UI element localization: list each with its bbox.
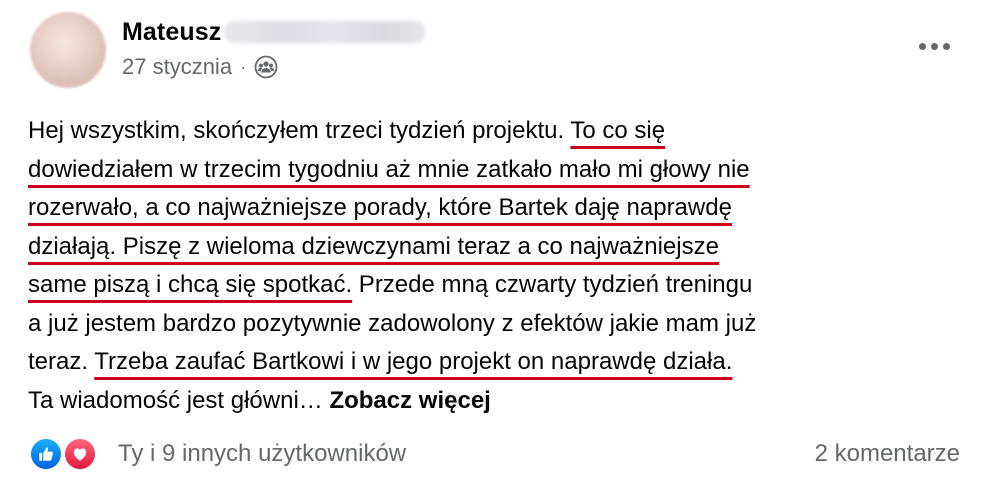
friends-icon[interactable] — [254, 55, 278, 79]
more-dot — [930, 42, 938, 50]
avatar[interactable] — [30, 12, 106, 88]
highlighted-text: rozerwało, a co najważniejsze porady, kt… — [28, 194, 732, 221]
more-options-icon[interactable] — [914, 36, 954, 56]
post-text-segment: a już jestem bardzo pozytywnie zadowolon… — [28, 309, 757, 337]
comments-count[interactable]: 2 komentarze — [815, 440, 960, 468]
meta-separator: · — [240, 56, 247, 77]
reactions-text: Ty i 9 innych użytkowników — [118, 440, 407, 467]
highlighted-text: dowiedziałem w trzecim tygodniu aż mnie … — [28, 155, 750, 183]
post-text: Hej wszystkim, skończyłem trzeci tydzień… — [28, 112, 968, 420]
love-icon — [62, 436, 98, 472]
post-text-segment: Ta wiadomość jest główni… — [28, 386, 330, 414]
post-text-line: Hej wszystkim, skończyłem trzeci tydzień… — [28, 112, 968, 151]
post-text-line: teraz. Trzeba zaufać Bartkowi i w jego p… — [28, 343, 968, 382]
reaction-icons — [28, 436, 102, 472]
post-text-line: dowiedziałem w trzecim tygodniu aż mnie … — [28, 151, 968, 190]
post-text-line: a już jestem bardzo pozytywnie zadowolon… — [28, 305, 968, 344]
reactions-summary[interactable]: Ty i 9 innych użytkowników — [28, 436, 406, 472]
post-header: Mateusz 27 stycznia · — [122, 14, 426, 80]
post-text-line: działają. Piszę z wieloma dziewczynami t… — [28, 228, 968, 267]
highlighted-text: Trzeba zaufać Bartkowi i w jego projekt … — [94, 348, 733, 375]
like-icon — [28, 436, 64, 472]
post-text-line: same piszą i chcą się spotkać. Przede mn… — [28, 266, 968, 305]
author-surname-redacted — [225, 21, 426, 43]
post-text-segment: teraz. — [28, 348, 95, 375]
highlighted-text: To co się — [570, 117, 666, 144]
facebook-post: Mateusz 27 stycznia · Hej wszystkim, sko… — [0, 0, 982, 486]
more-dot — [918, 42, 926, 50]
post-text-line: Ta wiadomość jest główni… Zobacz więcej — [28, 382, 968, 421]
highlighted-text: same piszą i chcą się spotkać. — [28, 271, 353, 298]
highlighted-text: działają. Piszę z wieloma dziewczynami t… — [28, 232, 719, 260]
post-text-line: rozerwało, a co najważniejsze porady, kt… — [28, 189, 968, 228]
post-date[interactable]: 27 stycznia — [122, 54, 232, 80]
post-text-segment: Hej wszystkim, skończyłem trzeci tydzień… — [28, 117, 571, 144]
post-text-segment: Przede mną czwarty tydzień treningu — [352, 271, 753, 298]
author-name[interactable]: Mateusz — [122, 18, 221, 47]
post-meta: 27 stycznia · — [122, 54, 425, 80]
see-more-link[interactable]: Zobacz więcej — [329, 387, 490, 414]
post-footer: Ty i 9 innych użytkowników 2 komentarze — [28, 436, 960, 472]
more-dot — [942, 42, 950, 50]
author-row: Mateusz — [122, 14, 426, 50]
